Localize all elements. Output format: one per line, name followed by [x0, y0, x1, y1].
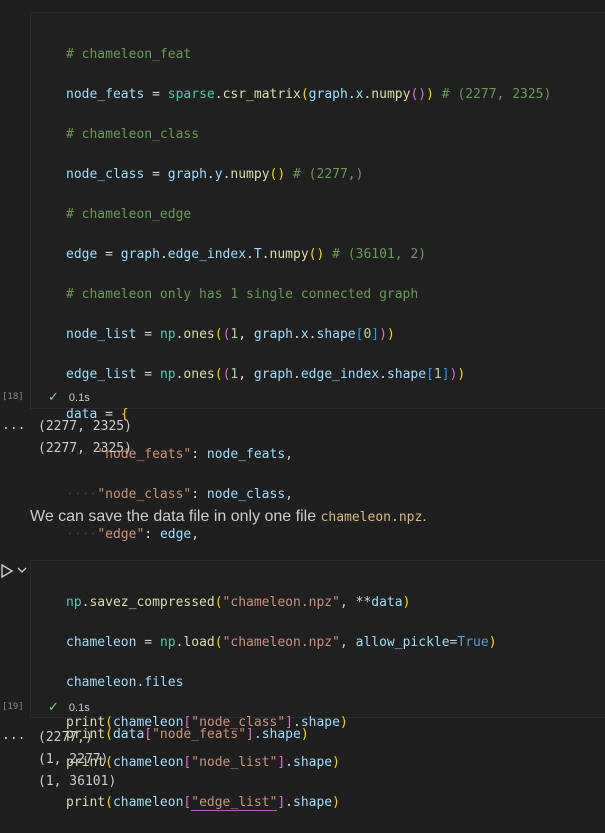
output-line: (2277, 2325): [38, 441, 132, 456]
exec-time-18: 0.1s: [68, 392, 90, 404]
output-line: (1, 36101): [38, 774, 117, 789]
output-18: (2277, 2325) (2277, 2325): [38, 416, 132, 460]
markdown-cell: We can save the data file in only one fi…: [30, 508, 427, 525]
output-ellipsis-19[interactable]: ...: [2, 728, 25, 743]
exec-time-19: 0.1s: [68, 702, 90, 714]
check-icon: ✓: [48, 389, 59, 404]
execution-count-18: [18]: [2, 392, 24, 402]
output-line: (2277, 2325): [38, 419, 132, 434]
output-19: (2277,) (1, 2277) (1, 36101): [38, 727, 116, 793]
execution-count-19: [19]: [2, 702, 24, 712]
check-icon: ✓: [48, 699, 59, 714]
cell-status-19: ✓ 0.1s: [48, 699, 90, 715]
run-icon[interactable]: [0, 563, 14, 583]
cell-status-18: ✓ 0.1s: [48, 389, 90, 405]
chevron-down-icon[interactable]: [17, 566, 27, 577]
output-ellipsis-18[interactable]: ...: [2, 418, 25, 433]
output-line: (2277,): [38, 730, 93, 745]
code-editor-19[interactable]: np.savez_compressed("chameleon.npz", **d…: [66, 573, 497, 833]
inline-code: chameleon.npz: [320, 510, 423, 525]
output-line: (1, 2277): [38, 752, 109, 767]
